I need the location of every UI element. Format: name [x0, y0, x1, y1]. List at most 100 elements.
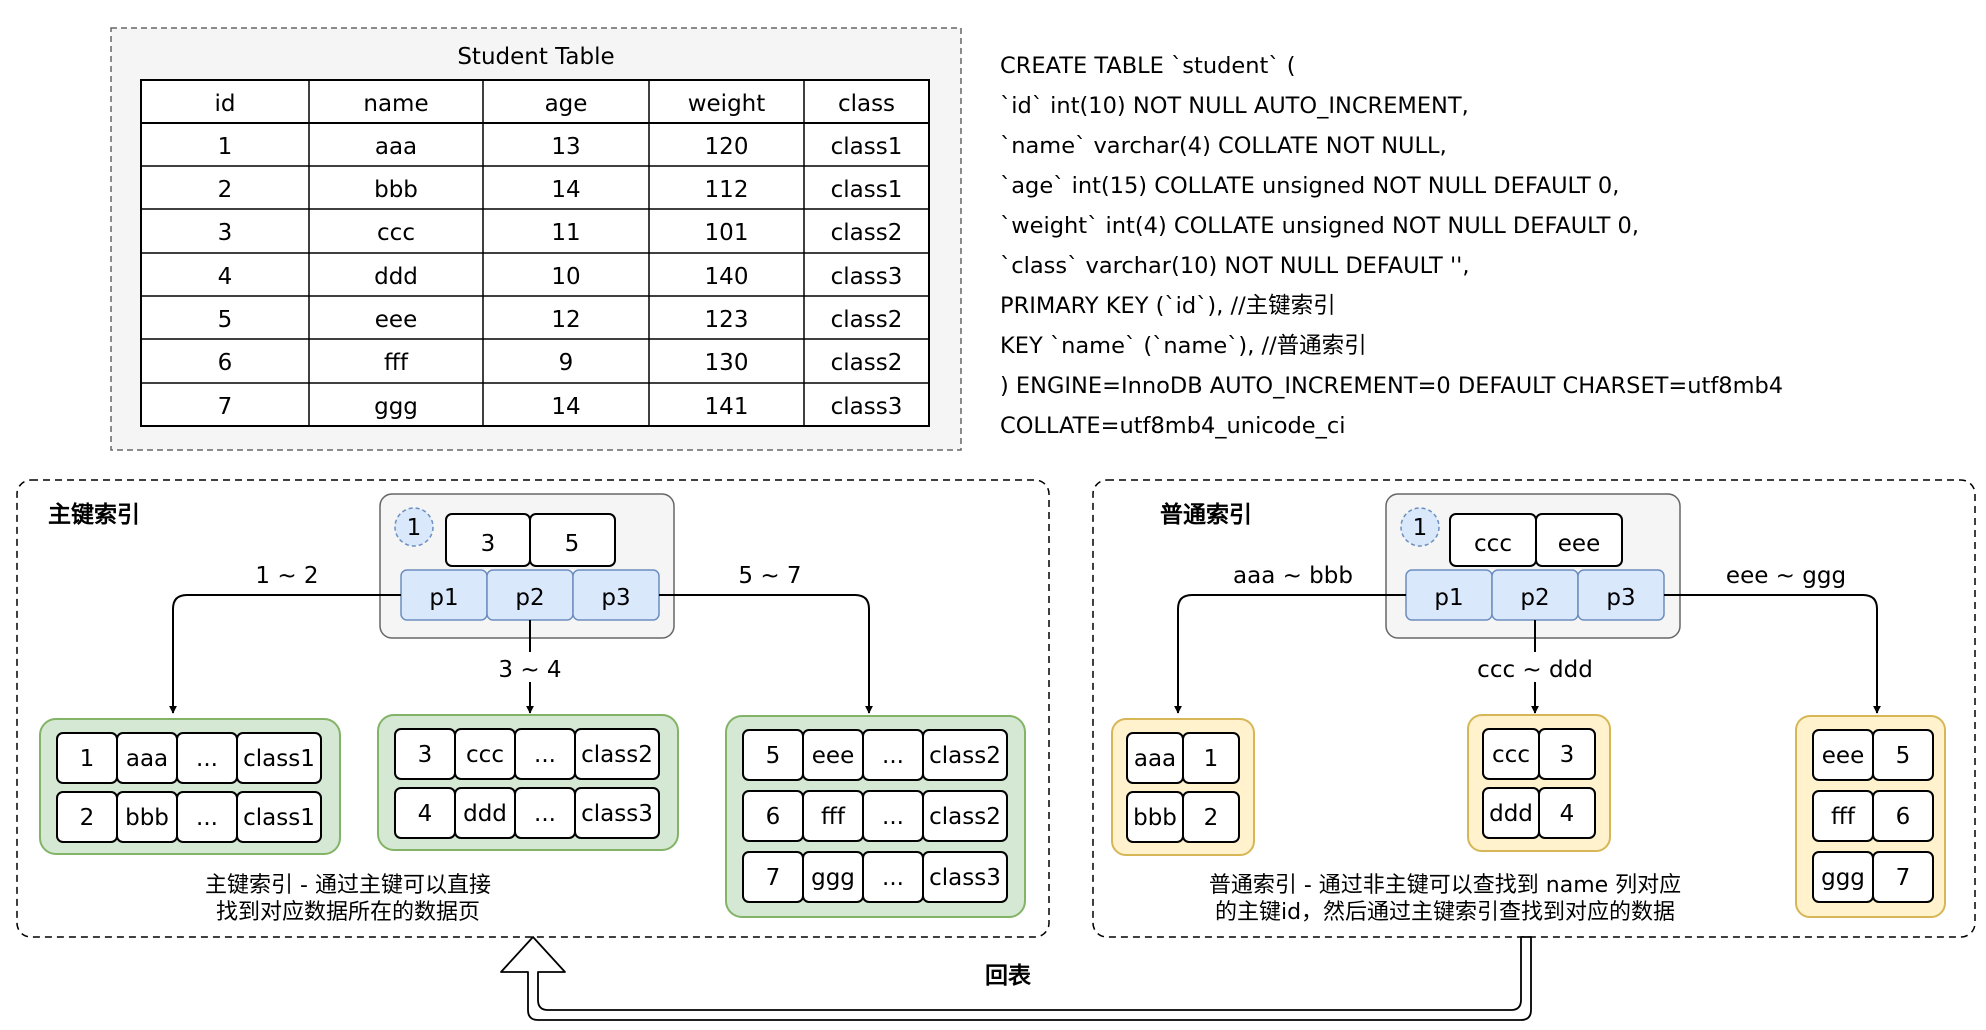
table-cell: fff — [384, 350, 409, 376]
sql-line: COLLATE=utf8mb4_unicode_ci — [1000, 413, 1345, 439]
table-cell: 11 — [551, 220, 580, 246]
create-table-sql: CREATE TABLE `student` (`id` int(10) NOT… — [1000, 53, 1783, 439]
primary-root-pointer-label: p2 — [515, 585, 544, 611]
table-cell: 13 — [551, 134, 580, 160]
secondary-leaf-cell-label: ccc — [1492, 742, 1530, 768]
secondary-edge-left — [1174, 594, 1406, 714]
table-cell: class1 — [831, 134, 903, 160]
primary-root-pointer-label: p1 — [429, 585, 458, 611]
index-diagram: Student Table id name age weight class1 aaa 13… — [16, 27, 1976, 1021]
secondary-root-key-label: ccc — [1474, 531, 1512, 557]
primary-root-key-label: 5 — [565, 531, 580, 557]
primary-leaf-cell-label: ccc — [466, 742, 504, 768]
secondary-edge-label: aaa ~ bbb — [1233, 563, 1353, 589]
primary-leaf-cell-label: class1 — [243, 746, 315, 772]
primary-leaf-cell-label: 2 — [80, 805, 95, 831]
primary-leaf-cell-label: 3 — [418, 742, 433, 768]
secondary-edge-label: eee ~ ggg — [1726, 563, 1846, 589]
primary-leaf-cell-label: 6 — [766, 804, 781, 830]
primary-leaf-cell-label: bbb — [125, 805, 169, 831]
secondary-index-caption: 普通索引 - 通过非主键可以查找到 name 列对应 — [1209, 873, 1681, 898]
secondary-leaf-cell-label: eee — [1822, 743, 1864, 769]
table-cell: 2 — [218, 177, 233, 203]
primary-index-caption: 主键索引 - 通过主键可以直接 — [205, 873, 491, 898]
primary-leaf-cell-label: class2 — [929, 804, 1001, 830]
primary-edge-label: 1 ~ 2 — [255, 563, 318, 589]
table-header-cell: weight — [688, 91, 766, 117]
table-cell: 14 — [551, 177, 580, 203]
primary-index-panel: 主键索引 1 3 5 p1 p2 p3 1 ~ 2 3 ~ 4 5 ~ 7 1 a… — [16, 479, 1050, 938]
sql-line: `age` int(15) COLLATE unsigned NOT NULL … — [1000, 173, 1619, 199]
secondary-leaf-cell-label: 3 — [1560, 742, 1575, 768]
primary-leaf-rows: 5 eee... class2 6 fff... class2 7 ggg... class3 — [742, 729, 1008, 903]
table-cell: 14 — [551, 394, 580, 420]
secondary-leaf-cell-label: 1 — [1204, 746, 1219, 772]
sql-line: CREATE TABLE `student` ( — [1000, 53, 1296, 79]
table-cell: 120 — [705, 134, 749, 160]
table-header-cell: id — [215, 91, 236, 117]
primary-leaf-cell-label: 7 — [766, 865, 781, 891]
table-cell: eee — [375, 307, 417, 333]
table-cell: 3 — [218, 220, 233, 246]
secondary-root-pointer-label: p2 — [1520, 585, 1549, 611]
sql-line: `class` varchar(10) NOT NULL DEFAULT '', — [1000, 253, 1469, 279]
table-cell: ggg — [374, 394, 418, 420]
secondary-root-pointer-label: p1 — [1434, 585, 1463, 611]
table-header-cell: name — [363, 91, 428, 117]
secondary-leaf-cell-label: bbb — [1133, 805, 1177, 831]
secondary-root-key-label: eee — [1558, 531, 1600, 557]
secondary-index-panel: 普通索引 1 ccc eee p1 p2 p3 aaa ~ bbb ccc ~ … — [1092, 479, 1976, 938]
primary-index-caption: 找到对应数据所在的数据页 — [216, 900, 480, 925]
primary-leaf-cell-label: ... — [882, 865, 904, 891]
table-cell: 6 — [218, 350, 233, 376]
secondary-leaf-cell-label: aaa — [1134, 746, 1176, 772]
primary-leaf-cell-label: ... — [882, 743, 904, 769]
secondary-index-title: 普通索引 — [1160, 501, 1252, 528]
secondary-leaf-cell-label: fff — [1831, 804, 1856, 830]
secondary-edge-right — [1664, 594, 1881, 714]
primary-leaf-cell-label: aaa — [126, 746, 168, 772]
student-table-grid: id name age weight class1 aaa 13 120 class12 bbb 1… — [140, 79, 930, 427]
student-table-panel: Student Table id name age weight class1 aaa 13… — [110, 27, 962, 451]
table-cell: ddd — [374, 264, 418, 290]
primary-edge-left — [169, 594, 401, 714]
table-cell: 130 — [705, 350, 749, 376]
table-cell: bbb — [374, 177, 418, 203]
table-cell: class3 — [831, 394, 903, 420]
table-cell: class2 — [831, 220, 903, 246]
primary-leaf-cell-label: ... — [196, 805, 218, 831]
primary-root-badge-label: 1 — [407, 515, 422, 541]
primary-leaf-cell-label: ggg — [811, 865, 855, 891]
primary-leaf-cell-label: 5 — [766, 743, 781, 769]
primary-leaf-cell-label: fff — [821, 804, 846, 830]
table-cell: class3 — [831, 264, 903, 290]
table-cell: ccc — [377, 220, 415, 246]
secondary-leaf-cell-label: 5 — [1896, 743, 1911, 769]
primary-leaf-cell-label: ... — [196, 746, 218, 772]
secondary-root-badge-label: 1 — [1413, 515, 1428, 541]
table-cell: 1 — [218, 134, 233, 160]
table-cell: 4 — [218, 264, 233, 290]
secondary-leaf-cell-label: 2 — [1204, 805, 1219, 831]
primary-leaf-cell-label: ... — [534, 742, 556, 768]
primary-leaf-cell-label: eee — [812, 743, 854, 769]
secondary-index-caption: 的主键id，然后通过主键索引查找到对应的数据 — [1215, 900, 1675, 925]
secondary-leaf-cell-label: ddd — [1489, 801, 1533, 827]
secondary-root-pointer-label: p3 — [1606, 585, 1635, 611]
table-cell: class2 — [831, 307, 903, 333]
secondary-leaf-cell-label: 4 — [1560, 801, 1575, 827]
table-cell: 140 — [705, 264, 749, 290]
sql-line: ) ENGINE=InnoDB AUTO_INCREMENT=0 DEFAULT… — [1000, 373, 1783, 399]
primary-root-key-label: 3 — [481, 531, 496, 557]
secondary-edge-label: ccc ~ ddd — [1477, 657, 1593, 683]
sql-line: `name` varchar(4) COLLATE NOT NULL, — [1000, 133, 1447, 159]
primary-leaf-cell-label: class3 — [581, 801, 653, 827]
table-cell: 123 — [705, 307, 749, 333]
secondary-leaf-cell-label: ggg — [1821, 865, 1865, 891]
table-cell: 112 — [705, 177, 749, 203]
table-cell: 12 — [551, 307, 580, 333]
primary-edge-label: 3 ~ 4 — [498, 657, 561, 683]
table-cell: 7 — [218, 394, 233, 420]
primary-edge-right — [659, 594, 873, 714]
primary-leaf-cell-label: 4 — [418, 801, 433, 827]
